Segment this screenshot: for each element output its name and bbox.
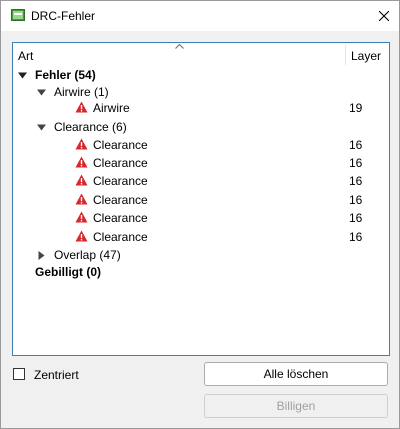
tree-item-clearance[interactable]: Clearance 16 <box>13 209 389 227</box>
item-layer: 16 <box>349 138 363 152</box>
tree-node-clearance[interactable]: Clearance (6) <box>13 118 389 136</box>
tree-node-overlap[interactable]: Overlap (47) <box>13 246 389 264</box>
item-layer: 16 <box>349 156 363 170</box>
item-label: Clearance <box>93 174 148 188</box>
collapsed-arrow-icon[interactable] <box>37 251 46 260</box>
warning-icon <box>75 211 88 223</box>
item-layer: 16 <box>349 174 363 188</box>
item-label: Clearance <box>93 156 148 170</box>
tree-item-clearance[interactable]: Clearance 16 <box>13 172 389 190</box>
item-label: Clearance <box>93 230 148 244</box>
expanded-arrow-icon[interactable] <box>37 123 46 132</box>
item-layer: 19 <box>349 101 363 115</box>
tree-node-label: Fehler (54) <box>35 68 96 82</box>
zentriert-checkbox[interactable] <box>13 368 25 380</box>
item-layer: 16 <box>349 193 363 207</box>
column-header-layer[interactable]: Layer <box>351 49 381 63</box>
tree-item-airwire[interactable]: Airwire 19 <box>13 99 389 117</box>
drc-board-icon <box>11 9 25 21</box>
alle-loeschen-button[interactable]: Alle löschen <box>204 362 388 386</box>
column-header-art[interactable]: Art <box>18 49 33 63</box>
expanded-arrow-icon[interactable] <box>18 71 27 80</box>
warning-icon <box>75 138 88 150</box>
warning-icon <box>75 230 88 242</box>
sort-ascending-icon <box>175 44 184 49</box>
item-label: Clearance <box>93 138 148 152</box>
close-button[interactable] <box>369 1 399 31</box>
item-label: Airwire <box>93 101 130 115</box>
close-icon <box>379 11 389 21</box>
item-label: Clearance <box>93 193 148 207</box>
item-label: Clearance <box>93 211 148 225</box>
tree-node-label: Clearance (6) <box>54 120 127 134</box>
warning-icon <box>75 156 88 168</box>
tree-item-clearance[interactable]: Clearance 16 <box>13 136 389 154</box>
tree-node-label: Airwire (1) <box>54 85 109 99</box>
tree-item-clearance[interactable]: Clearance 16 <box>13 228 389 246</box>
window-title: DRC-Fehler <box>31 9 96 23</box>
tree-node-gebilligt[interactable]: Gebilligt (0) <box>13 263 389 281</box>
expanded-arrow-icon[interactable] <box>37 88 46 97</box>
warning-icon <box>75 174 88 186</box>
tree-item-clearance[interactable]: Clearance 16 <box>13 191 389 209</box>
item-layer: 16 <box>349 230 363 244</box>
billigen-button[interactable]: Billigen <box>204 394 388 418</box>
drc-dialog: DRC-Fehler Art Layer Fehler (54) Airwire… <box>0 0 400 429</box>
tree-node-fehler[interactable]: Fehler (54) <box>13 66 389 84</box>
column-separator[interactable] <box>345 45 346 65</box>
tree-node-label: Overlap (47) <box>54 248 121 262</box>
title-bar[interactable]: DRC-Fehler <box>1 1 399 31</box>
warning-icon <box>75 101 88 113</box>
drc-error-tree[interactable]: Art Layer Fehler (54) Airwire (1) Airwir… <box>12 42 390 356</box>
tree-node-label: Gebilligt (0) <box>35 265 101 279</box>
item-layer: 16 <box>349 211 363 225</box>
warning-icon <box>75 193 88 205</box>
zentriert-label: Zentriert <box>34 368 79 382</box>
tree-item-clearance[interactable]: Clearance 16 <box>13 154 389 172</box>
